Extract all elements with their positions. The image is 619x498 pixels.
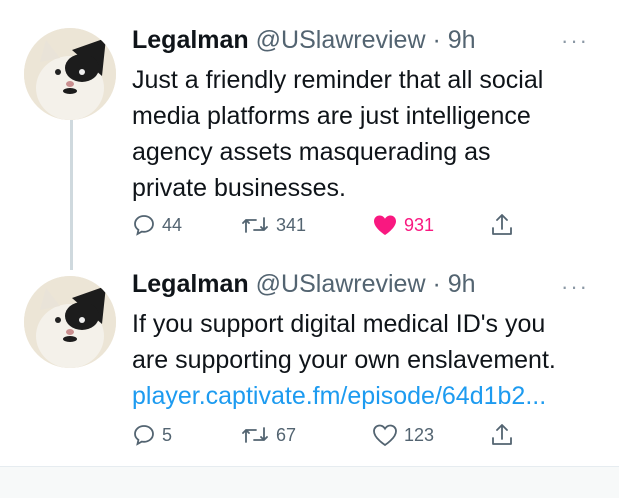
- cat-avatar-image: [24, 276, 116, 368]
- retweet-button[interactable]: 67: [240, 420, 296, 450]
- retweet-count: 67: [276, 424, 297, 445]
- retweet-icon: [242, 427, 268, 443]
- like-button[interactable]: 931: [372, 210, 434, 240]
- like-count: 123: [404, 424, 435, 445]
- reply-icon: [134, 215, 154, 236]
- tweet-text-line: are supporting your own enslavement.: [132, 346, 556, 374]
- retweet-count: 341: [276, 214, 307, 235]
- tweet[interactable]: Legalman @USlawreview · 9h ··· Just a fr…: [0, 0, 619, 260]
- cat-avatar-image: [24, 28, 116, 120]
- like-button[interactable]: 123: [372, 420, 434, 450]
- tweet-actions: 44 341 931: [132, 210, 532, 240]
- separator-dot: ·: [432, 26, 441, 54]
- tweet-header: Legalman @USlawreview · 9h: [132, 26, 476, 55]
- more-options-icon[interactable]: ···: [561, 274, 589, 300]
- avatar[interactable]: [24, 28, 116, 120]
- tweet-text-line: agency assets masquerading as: [132, 138, 491, 166]
- tweet-text-line: If you support digital medical ID's you: [132, 310, 546, 338]
- share-icon: [492, 424, 512, 445]
- tweet-timestamp[interactable]: 9h: [448, 26, 476, 54]
- tweet-timestamp[interactable]: 9h: [448, 270, 476, 298]
- reply-button[interactable]: 44: [132, 210, 182, 240]
- author-name[interactable]: Legalman: [132, 26, 249, 54]
- avatar[interactable]: [24, 276, 116, 368]
- tweet-text-line: media platforms are just intelligence: [132, 102, 531, 130]
- separator-dot: ·: [432, 270, 441, 298]
- author-name[interactable]: Legalman: [132, 270, 249, 298]
- reply-count: 5: [162, 424, 173, 445]
- heart-outline-icon: [373, 424, 397, 447]
- share-button[interactable]: [490, 210, 514, 240]
- retweet-button[interactable]: 341: [240, 210, 306, 240]
- heart-icon: [374, 215, 396, 235]
- reply-count: 44: [162, 214, 183, 235]
- retweet-icon: [242, 217, 268, 233]
- tweet-text: Just a friendly reminder that all social…: [132, 62, 602, 206]
- timeline-bottom-divider: [0, 466, 619, 498]
- like-count: 931: [404, 214, 435, 235]
- more-options-icon[interactable]: ···: [561, 28, 589, 54]
- tweet-text: If you support digital medical ID's you …: [132, 306, 602, 414]
- tweet-text-line: Just a friendly reminder that all social: [132, 66, 544, 94]
- author-handle[interactable]: @USlawreview: [256, 270, 426, 298]
- tweet-actions: 5 67 123: [132, 420, 532, 450]
- reply-icon: [134, 425, 154, 446]
- share-icon: [492, 214, 512, 235]
- tweet-text-line: private businesses.: [132, 174, 347, 202]
- tweet-header: Legalman @USlawreview · 9h: [132, 270, 476, 299]
- tweet[interactable]: Legalman @USlawreview · 9h ··· If you su…: [0, 262, 619, 462]
- tweet-link[interactable]: player.captivate.fm/episode/64d1b2...: [132, 378, 602, 414]
- reply-button[interactable]: 5: [132, 420, 172, 450]
- share-button[interactable]: [490, 420, 514, 450]
- author-handle[interactable]: @USlawreview: [256, 26, 426, 54]
